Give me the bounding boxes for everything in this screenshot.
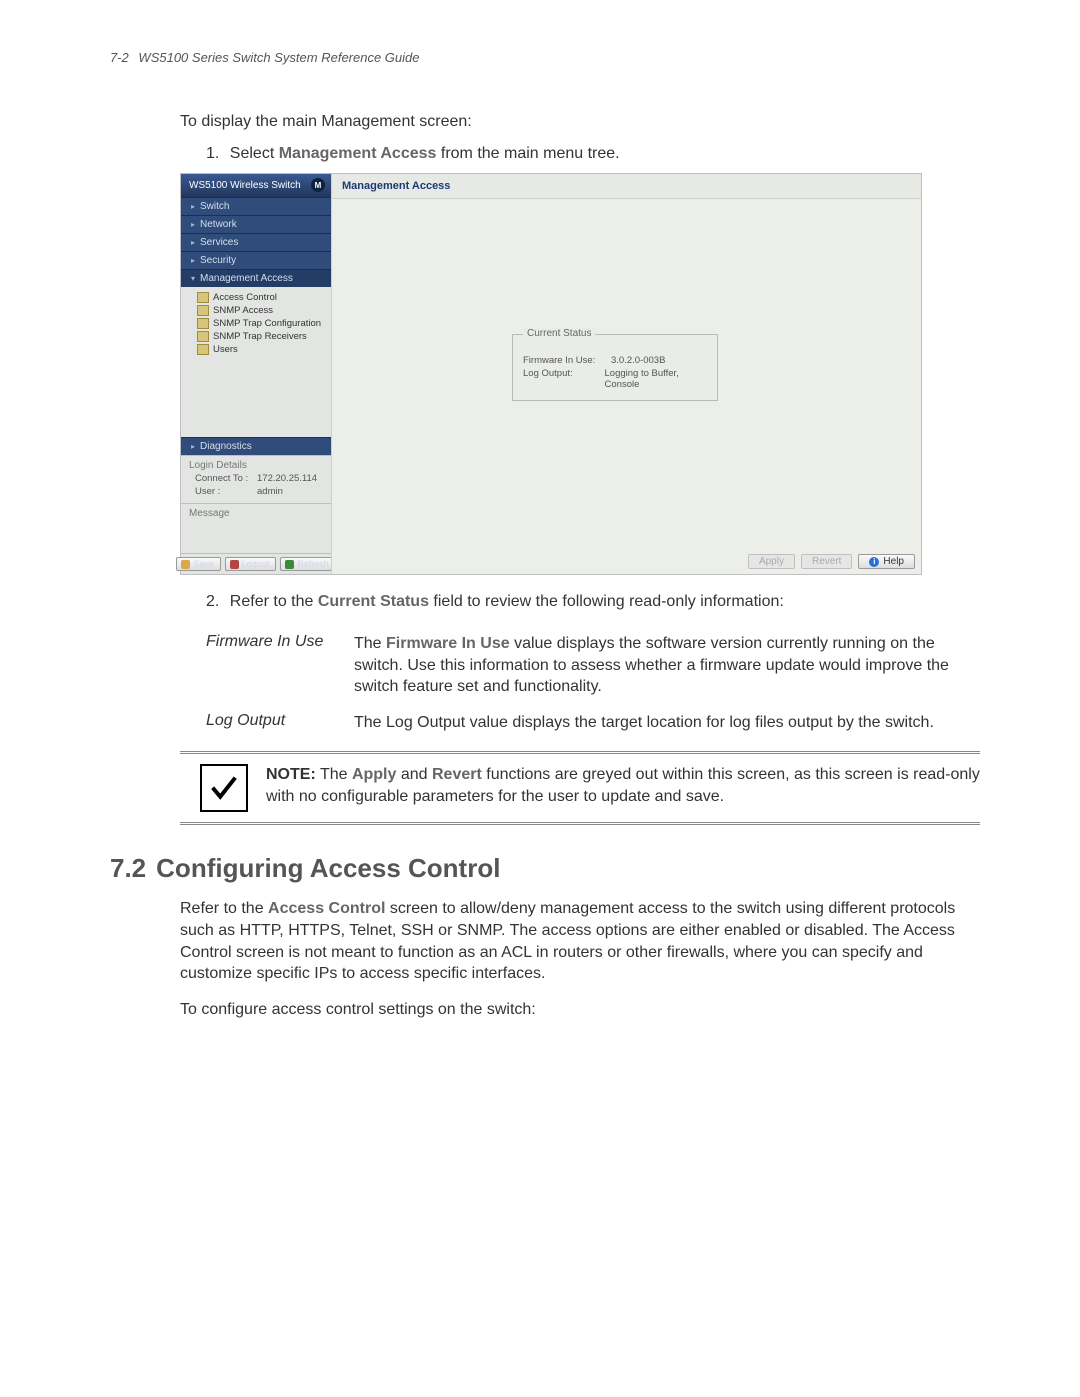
def-firmware-term: Firmware In Use — [206, 633, 344, 698]
sidebar-item-switch[interactable]: Switch — [181, 197, 331, 215]
note-revert: Revert — [432, 766, 482, 783]
app-window: WS5100 Wireless Switch M Switch Network … — [180, 173, 922, 575]
sidebar: WS5100 Wireless Switch M Switch Network … — [181, 174, 331, 574]
help-button[interactable]: i Help — [858, 554, 915, 569]
refresh-button[interactable]: Refresh — [280, 557, 336, 571]
connect-to-label: Connect To : — [195, 473, 251, 484]
sidebar-item-services[interactable]: Services — [181, 233, 331, 251]
section-paragraph-1: Refer to the Access Control screen to al… — [180, 898, 980, 984]
tree-label: SNMP Trap Receivers — [213, 331, 307, 342]
sidebar-item-network[interactable]: Network — [181, 215, 331, 233]
sidebar-item-management-access[interactable]: Management Access — [181, 269, 331, 287]
step-1: 1. Select Management Access from the mai… — [206, 145, 980, 163]
section-heading: 7.2 Configuring Access Control — [110, 853, 980, 884]
def-firmware-value: The Firmware In Use value displays the s… — [354, 633, 980, 698]
folder-icon — [197, 344, 209, 355]
def-logoutput-value: The Log Output value displays the target… — [354, 712, 980, 734]
tree-label: SNMP Trap Configuration — [213, 318, 321, 329]
note-lead: NOTE: — [266, 766, 316, 783]
step-2-bold: Current Status — [318, 593, 429, 610]
step-2-pre: Refer to the — [230, 593, 318, 610]
log-output-label: Log Output: — [523, 368, 595, 390]
brand-logo-icon: M — [311, 178, 325, 192]
save-label: Save — [193, 559, 214, 569]
note-apply: Apply — [352, 766, 396, 783]
connect-to-value: 172.20.25.114 — [257, 473, 317, 484]
log-output-value: Logging to Buffer, Console — [605, 368, 707, 390]
step-2-number: 2. — [206, 593, 219, 610]
step-2-post: field to review the following read-only … — [429, 593, 784, 610]
tree-label: Access Control — [213, 292, 277, 303]
definition-table: Firmware In Use The Firmware In Use valu… — [206, 633, 980, 733]
folder-icon — [197, 305, 209, 316]
intro-text: To display the main Management screen: — [180, 113, 980, 131]
folder-icon — [197, 331, 209, 342]
logout-button[interactable]: Logout — [225, 557, 277, 571]
section-number: 7.2 — [110, 853, 146, 883]
def-logoutput-term: Log Output — [206, 712, 344, 734]
logout-icon — [230, 560, 239, 569]
info-icon: i — [869, 557, 879, 567]
product-title: WS5100 Wireless Switch — [189, 180, 301, 191]
login-details-title: Login Details — [189, 460, 323, 471]
tree-item-users[interactable]: Users — [187, 343, 325, 356]
user-value: admin — [257, 486, 283, 497]
sidebar-tree: Access Control SNMP Access SNMP Trap Con… — [181, 287, 331, 362]
refresh-label: Refresh — [297, 559, 329, 569]
tree-label: SNMP Access — [213, 305, 273, 316]
content-button-row: Apply Revert i Help — [748, 554, 915, 569]
folder-icon — [197, 318, 209, 329]
save-icon — [181, 560, 190, 569]
firmware-value: 3.0.2.0-003B — [611, 355, 665, 366]
section-para-bold: Access Control — [268, 900, 385, 917]
user-label: User : — [195, 486, 251, 497]
message-title: Message — [189, 508, 230, 519]
step-1-number: 1. — [206, 145, 219, 162]
folder-icon — [197, 292, 209, 303]
content-title: Management Access — [332, 174, 921, 199]
product-title-bar: WS5100 Wireless Switch M — [181, 174, 331, 197]
step-1-post: from the main menu tree. — [436, 145, 619, 162]
section-paragraph-2: To configure access control settings on … — [180, 999, 980, 1021]
tree-item-access-control[interactable]: Access Control — [187, 291, 325, 304]
current-status-box: Current Status Firmware In Use: 3.0.2.0-… — [512, 334, 718, 401]
section-title: Configuring Access Control — [156, 853, 500, 883]
tree-item-snmp-trap-receivers[interactable]: SNMP Trap Receivers — [187, 330, 325, 343]
logout-label: Logout — [242, 559, 270, 569]
save-button[interactable]: Save — [176, 557, 221, 571]
sidebar-item-security[interactable]: Security — [181, 251, 331, 269]
step-1-bold: Management Access — [279, 145, 437, 162]
running-header: 7-2 WS5100 Series Switch System Referenc… — [110, 50, 980, 65]
tree-label: Users — [213, 344, 238, 355]
checkmark-icon — [200, 764, 248, 812]
note-box: NOTE: The Apply and Revert functions are… — [180, 751, 980, 825]
step-1-pre: Select — [230, 145, 279, 162]
tree-item-snmp-access[interactable]: SNMP Access — [187, 304, 325, 317]
sidebar-item-diagnostics[interactable]: Diagnostics — [181, 437, 331, 455]
page-number: 7-2 — [110, 50, 129, 65]
doc-title: WS5100 Series Switch System Reference Gu… — [138, 50, 419, 65]
firmware-label: Firmware In Use: — [523, 355, 601, 366]
content-pane: Management Access Current Status Firmwar… — [331, 174, 921, 574]
def-firmware-bold: Firmware In Use — [386, 635, 510, 652]
login-details-panel: Login Details Connect To : 172.20.25.114… — [181, 455, 331, 503]
sidebar-button-row: Save Logout Refresh — [181, 553, 331, 574]
revert-button: Revert — [801, 554, 852, 569]
tree-item-snmp-trap-config[interactable]: SNMP Trap Configuration — [187, 317, 325, 330]
status-legend: Current Status — [523, 328, 595, 339]
apply-button: Apply — [748, 554, 795, 569]
help-label: Help — [883, 556, 904, 567]
step-2: 2. Refer to the Current Status field to … — [206, 593, 980, 611]
note-text: NOTE: The Apply and Revert functions are… — [266, 764, 980, 807]
refresh-icon — [285, 560, 294, 569]
message-panel: Message — [181, 503, 331, 553]
